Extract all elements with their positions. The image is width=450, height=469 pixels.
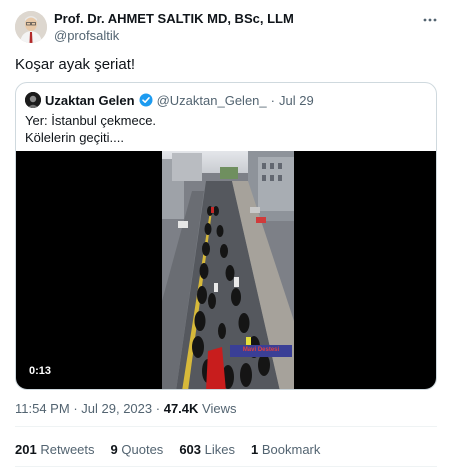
video-frame[interactable]: Mavi Destesi (162, 151, 294, 389)
more-horizontal-icon[interactable] (420, 10, 440, 30)
quotes-label: Quotes (121, 442, 164, 457)
quote-separator: · (270, 92, 275, 108)
tweet[interactable]: Prof. Dr. AHMET SALTIK MD, BSc, LLM @pro… (0, 0, 450, 469)
tweet-text: Koşar ayak şeriat! (15, 56, 136, 73)
timestamp-separator-2: · (155, 401, 161, 416)
engagement-stats: 201 Retweets 9 Quotes 603 Likes 1 Bookma… (15, 441, 320, 458)
likes-count: 603 (179, 442, 202, 457)
likes-stat[interactable]: 603 Likes (179, 441, 235, 458)
divider (15, 466, 437, 467)
quotes-count: 9 (110, 442, 118, 457)
bookmarks-label: Bookmark (261, 442, 321, 457)
views-count: 47.4K (163, 401, 199, 416)
tweet-time[interactable]: 11:54 PM (15, 401, 70, 416)
author-block[interactable]: Prof. Dr. AHMET SALTIK MD, BSc, LLM @pro… (54, 11, 294, 44)
retweets-stat[interactable]: 201 Retweets (15, 441, 95, 458)
retweets-count: 201 (15, 442, 37, 457)
tweet-date[interactable]: Jul 29, 2023 (81, 401, 152, 416)
bookmarks-count: 1 (251, 442, 259, 457)
author-handle[interactable]: @profsaltik (54, 27, 294, 44)
views-label: Views (202, 401, 237, 416)
tweet-timestamp: 11:54 PM · Jul 29, 2023 · 47.4K Views (15, 400, 237, 417)
verified-badge-icon (139, 93, 153, 107)
quote-text-line-2: Kölelerin geçiti.... (25, 130, 124, 145)
bookmarks-stat[interactable]: 1 Bookmark (251, 441, 320, 458)
quote-header: Uzaktan Gelen @Uzaktan_Gelen_ · Jul 29 (25, 91, 314, 109)
author-name[interactable]: Prof. Dr. AHMET SALTIK MD, BSc, LLM (54, 11, 294, 27)
quote-text: Yer: İstanbul çekmece. Kölelerin geçiti.… (25, 112, 156, 146)
quotes-stat[interactable]: 9 Quotes (111, 441, 164, 458)
quote-author-name[interactable]: Uzaktan Gelen (45, 93, 135, 108)
timestamp-separator: · (73, 401, 78, 416)
likes-label: Likes (204, 442, 235, 457)
quote-date[interactable]: Jul 29 (279, 93, 314, 108)
quote-author-avatar[interactable] (25, 92, 41, 108)
quote-text-line-1: Yer: İstanbul çekmece. (25, 113, 157, 128)
video-duration: 0:13 (24, 363, 57, 379)
divider (15, 426, 437, 427)
quote-author-handle[interactable]: @Uzaktan_Gelen_ (157, 93, 267, 108)
author-avatar[interactable] (15, 11, 47, 43)
video-banner-text: Mavi Destesi (242, 347, 280, 353)
quoted-tweet[interactable]: Uzaktan Gelen @Uzaktan_Gelen_ · Jul 29 Y… (15, 82, 437, 390)
video-player[interactable]: Mavi Destesi 0:13 (16, 151, 436, 389)
retweets-label: Retweets (40, 442, 95, 457)
